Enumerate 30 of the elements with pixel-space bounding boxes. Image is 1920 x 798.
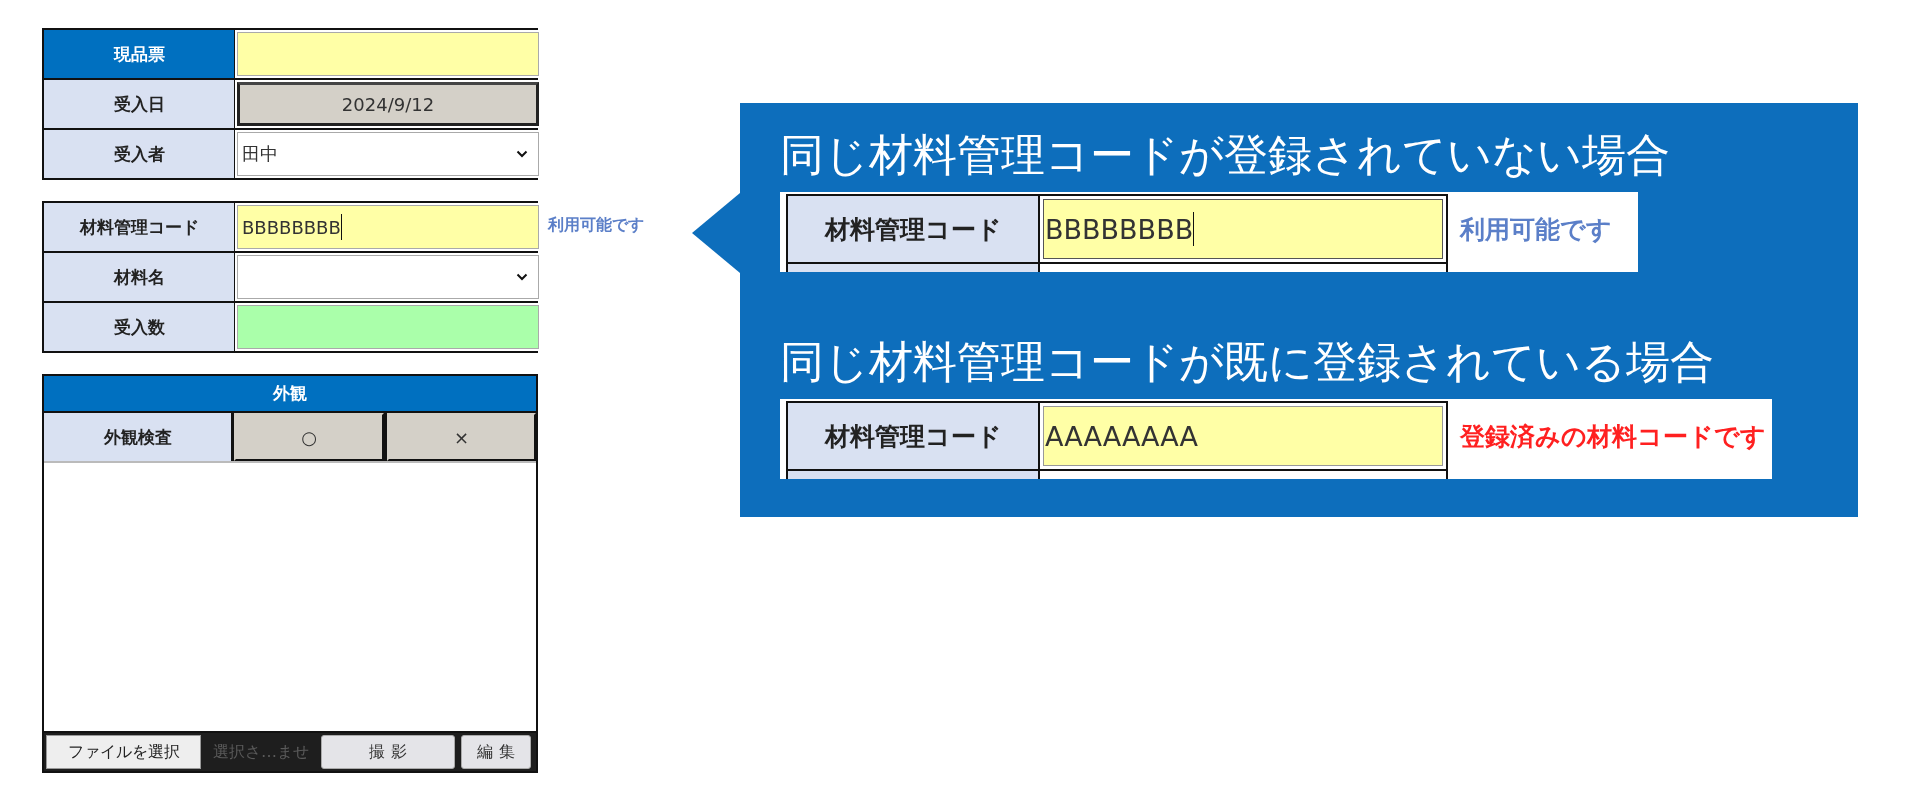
status-message: 登録済みの材料コードです [1460, 420, 1766, 453]
callout-title: 同じ材料管理コードが登録されていない場合 [780, 128, 1671, 182]
field-label: 材料名 [44, 253, 234, 301]
dropdown[interactable] [237, 255, 539, 299]
input-field[interactable] [237, 32, 539, 76]
field-label: 材料管理コード [44, 203, 234, 251]
option-button[interactable]: × [387, 413, 536, 461]
field-label: 現品票 [44, 30, 234, 78]
field-label: 外観検査 [44, 413, 231, 461]
status-message: 利用可能です [548, 215, 644, 236]
choose-file-button[interactable]: ファイルを選択 [46, 735, 201, 769]
input-field[interactable] [237, 305, 539, 349]
status-message: 利用可能です [1460, 213, 1612, 246]
dropdown[interactable]: 田中 [237, 132, 539, 176]
input-field[interactable]: BBBBBBBB [237, 205, 539, 249]
input-field: AAAAAAAA [1040, 403, 1446, 469]
action-button[interactable]: 編 集 [461, 735, 531, 769]
chevron-down-icon [516, 273, 528, 281]
field-label: 材料管理コード [788, 196, 1038, 262]
field-label: 受入日 [44, 80, 234, 128]
field-label: 材料管理コード [788, 403, 1038, 469]
action-button[interactable]: 撮 影 [321, 735, 455, 769]
field-label: 受入者 [44, 130, 234, 178]
option-button[interactable]: ○ [234, 413, 384, 461]
chevron-down-icon [516, 150, 528, 158]
callout-title: 同じ材料管理コードが既に登録されている場合 [780, 335, 1715, 389]
field-label: 受入数 [44, 303, 234, 351]
input-field: BBBBBBBB [1040, 196, 1446, 262]
section-header: 外観 [44, 376, 536, 413]
date-field: 2024/9/12 [237, 82, 539, 126]
